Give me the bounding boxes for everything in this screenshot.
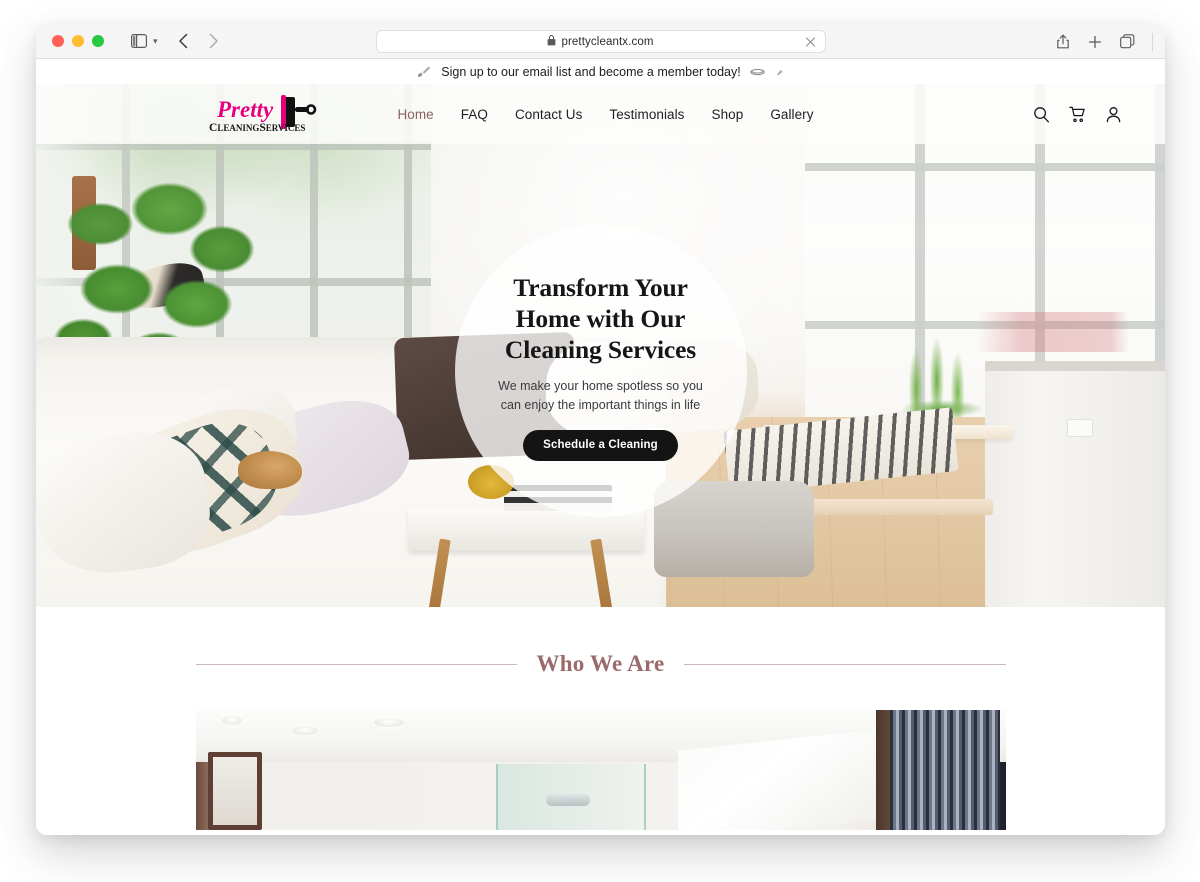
- announcement-text: Sign up to our email list and become a m…: [441, 64, 741, 79]
- minimize-window-button[interactable]: [72, 35, 84, 47]
- new-tab-icon[interactable]: [1084, 31, 1106, 53]
- nav-item-faq[interactable]: FAQ: [461, 107, 488, 122]
- close-window-button[interactable]: [52, 35, 64, 47]
- maximize-window-button[interactable]: [92, 35, 104, 47]
- back-button[interactable]: [172, 29, 196, 53]
- hero-content: Transform Your Home with Our Cleaning Se…: [451, 272, 751, 461]
- hero-subtitle: We make your home spotless so you can en…: [451, 377, 751, 415]
- lock-icon: [547, 33, 556, 51]
- hero-subtitle-line-1: We make your home spotless so you: [498, 379, 703, 394]
- photo-floor-pouf: [654, 481, 814, 577]
- browser-titlebar: ▾ prettycleantx.com: [36, 24, 1165, 59]
- nav-item-contact-us[interactable]: Contact Us: [515, 107, 582, 122]
- photo-cat: [238, 451, 302, 489]
- photo-wall-outlet: [1067, 419, 1093, 437]
- sidebar-controls: ▾: [126, 29, 158, 53]
- photo-kitchen-island: [985, 361, 1165, 607]
- photo-ceiling-light-3: [373, 718, 404, 727]
- announcement-bar: Sign up to our email list and become a m…: [36, 59, 1165, 84]
- tab-overview-icon[interactable]: [1116, 31, 1138, 53]
- search-icon[interactable]: [1032, 105, 1051, 124]
- hero-section: Home FAQ Contact Us Testimonials Shop Ga…: [36, 84, 1165, 607]
- address-bar-url: prettycleantx.com: [561, 35, 654, 48]
- browser-nav-arrows: [172, 29, 226, 53]
- photo-mirror: [207, 752, 262, 830]
- who-we-are-image: [195, 710, 1006, 830]
- hero-title-line-1: Transform Your: [513, 273, 688, 302]
- who-we-are-heading: Who We Are: [195, 651, 1006, 677]
- share-icon[interactable]: [1052, 31, 1074, 53]
- address-bar[interactable]: prettycleantx.com: [375, 30, 826, 53]
- nav-item-gallery[interactable]: Gallery: [770, 107, 813, 122]
- chevron-down-icon[interactable]: ▾: [153, 36, 158, 47]
- who-we-are-title: Who We Are: [536, 651, 665, 676]
- page-viewport: Sign up to our email list and become a m…: [36, 59, 1165, 835]
- hero-title-line-3: Cleaning Services: [504, 335, 697, 365]
- photo-shower-head: [545, 794, 590, 806]
- heading-rule-left: [195, 663, 517, 665]
- squeegee-emoji-icon: [750, 67, 765, 77]
- toolbar-divider: [1152, 32, 1153, 51]
- cleaning-spray-emoji-icon: [415, 65, 432, 78]
- photo-blinds: [889, 710, 1000, 830]
- logo-script-text: Pretty: [216, 97, 274, 122]
- forward-button[interactable]: [202, 29, 226, 53]
- browser-window: ▾ prettycleantx.com Sign up to our email…: [36, 24, 1165, 835]
- hero-title: Transform Your Home with Our Cleaning Se…: [451, 272, 751, 365]
- schedule-a-cleaning-button[interactable]: Schedule a Cleaning: [523, 429, 678, 461]
- photo-ceiling-light-1: [221, 716, 242, 725]
- hero-title-line-2: Home with Our: [515, 304, 686, 334]
- nav-links: Home FAQ Contact Us Testimonials Shop Ga…: [387, 107, 813, 122]
- heading-rule-right: [684, 663, 1006, 665]
- browser-toolbar-right: [1052, 24, 1153, 59]
- address-bar-container: prettycleantx.com: [375, 30, 826, 53]
- account-icon[interactable]: [1104, 105, 1123, 124]
- photo-ceiling-light-2: [291, 726, 318, 735]
- nav-item-testimonials[interactable]: Testimonials: [609, 107, 684, 122]
- logo-sub-text: CLEANINGSERVICES: [209, 122, 305, 134]
- nav-item-shop[interactable]: Shop: [712, 107, 744, 122]
- hero-subtitle-line-2: can enjoy the important things in life: [500, 398, 701, 413]
- cart-icon[interactable]: [1068, 105, 1087, 124]
- window-traffic-lights: [52, 35, 104, 47]
- who-we-are-section: Who We Are: [36, 607, 1165, 830]
- site-logo[interactable]: Pretty CLEANINGSERVICES: [201, 91, 325, 139]
- nav-icon-group: [1032, 84, 1123, 144]
- sidebar-toggle-icon[interactable]: [126, 29, 152, 53]
- close-icon[interactable]: [804, 35, 817, 48]
- nav-item-home[interactable]: Home: [397, 107, 433, 122]
- brush-emoji-icon: [775, 67, 785, 77]
